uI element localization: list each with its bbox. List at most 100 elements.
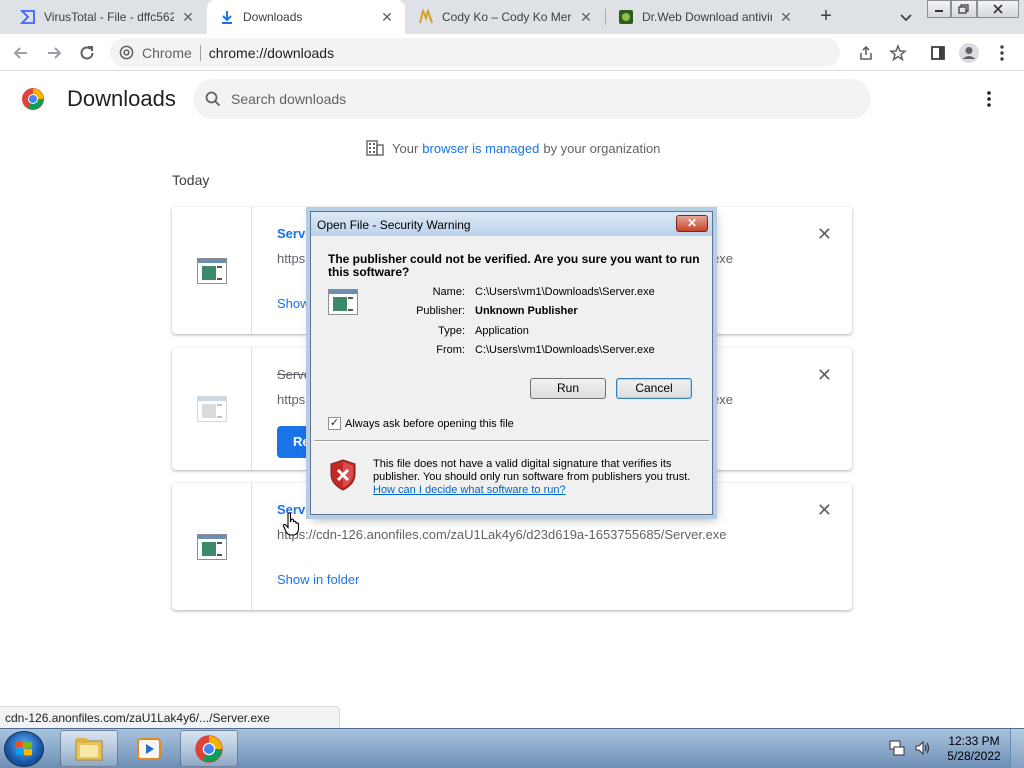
system-tray <box>888 739 932 760</box>
dialog-title: Open File - Security Warning <box>317 218 471 232</box>
file-icon-column <box>172 348 252 470</box>
exe-file-icon <box>196 257 227 284</box>
close-icon[interactable]: ✕ <box>379 9 395 25</box>
volume-icon[interactable] <box>914 739 932 760</box>
profile-button[interactable] <box>957 41 981 65</box>
chrome-logo-icon <box>195 734 223 763</box>
info-label: Name: <box>432 286 465 298</box>
exe-file-icon <box>196 533 227 560</box>
restore-button[interactable] <box>951 0 977 18</box>
tab-drweb[interactable]: Dr.Web Download antivirus ✕ <box>606 0 804 34</box>
file-icon-column <box>172 483 252 610</box>
share-button[interactable] <box>854 41 878 65</box>
search-icon <box>205 91 221 107</box>
exe-file-icon <box>196 396 227 422</box>
download-url-tail: exe <box>712 392 733 407</box>
building-icon <box>366 140 384 156</box>
managed-link[interactable]: browser is managed <box>422 141 539 156</box>
dialog-close-button[interactable]: ✕ <box>676 215 708 232</box>
security-warning-dialog: Open File - Security Warning ✕ The publi… <box>310 211 713 515</box>
menu-button[interactable] <box>990 41 1014 65</box>
bookmark-button[interactable] <box>886 41 910 65</box>
chrome-logo-icon <box>21 87 45 114</box>
url-text[interactable]: chrome://downloads <box>209 45 334 61</box>
info-label: Type: <box>438 325 465 337</box>
downloads-menu-button[interactable] <box>986 90 992 111</box>
taskbar-clock[interactable]: 12:33 PM 5/28/2022 <box>944 734 1004 764</box>
taskbar-chrome[interactable] <box>180 730 238 767</box>
close-icon[interactable]: ✕ <box>778 9 794 25</box>
chrome-page-icon <box>119 45 134 60</box>
remove-download-button[interactable]: ✕ <box>817 366 832 384</box>
restore-icon <box>958 4 969 14</box>
start-button[interactable] <box>4 731 44 767</box>
search-downloads-input[interactable]: Search downloads <box>193 79 871 119</box>
managed-prefix: Your <box>392 140 419 156</box>
managed-suffix: by your organization <box>543 140 661 156</box>
managed-notice: Your browser is managed by your organiza… <box>366 140 660 156</box>
network-icon[interactable] <box>888 739 906 760</box>
section-heading-today: Today <box>172 172 210 188</box>
reload-button[interactable] <box>75 41 99 65</box>
download-file-name[interactable]: Serve <box>277 226 312 241</box>
kebab-menu-icon <box>987 91 991 107</box>
info-row-name: Name: C:\Users\vm1\Downloads\Server.exe <box>351 286 711 300</box>
tab-strip: VirusTotal - File - dffc562 ✕ Downloads … <box>0 0 1024 34</box>
media-player-icon <box>137 737 161 760</box>
virustotal-icon <box>20 9 36 25</box>
show-in-folder-link[interactable]: Show <box>277 296 310 311</box>
info-row-type: Type: Application <box>351 325 711 339</box>
close-icon[interactable]: ✕ <box>578 9 594 25</box>
back-button[interactable] <box>9 41 33 65</box>
tab-virustotal[interactable]: VirusTotal - File - dffc562 ✕ <box>8 0 206 34</box>
info-row-publisher: Publisher: Unknown Publisher <box>351 305 711 319</box>
minimize-button[interactable] <box>927 0 951 18</box>
star-icon <box>889 44 907 62</box>
clock-date: 5/28/2022 <box>947 749 1001 763</box>
cancel-button[interactable]: Cancel <box>616 378 692 399</box>
tab-downloads[interactable]: Downloads ✕ <box>207 0 405 34</box>
close-icon <box>993 4 1003 14</box>
address-bar[interactable]: Chrome chrome://downloads <box>110 38 840 67</box>
avatar-icon <box>959 43 979 63</box>
dialog-question: The publisher could not be verified. Are… <box>328 252 700 279</box>
info-value: Unknown Publisher <box>475 305 578 317</box>
info-label: From: <box>436 344 465 356</box>
always-ask-checkbox-row[interactable]: ✓ Always ask before opening this file <box>328 417 514 430</box>
side-panel-icon <box>931 46 945 60</box>
show-in-folder-link[interactable]: Show in folder <box>277 572 359 587</box>
folder-icon <box>75 737 103 760</box>
new-tab-button[interactable]: + <box>814 5 838 29</box>
run-button[interactable]: Run <box>530 378 606 399</box>
taskbar-media-player[interactable] <box>120 730 178 767</box>
close-icon[interactable]: ✕ <box>180 9 196 25</box>
taskbar-explorer[interactable] <box>60 730 118 767</box>
chevron-down-icon <box>900 14 912 22</box>
forward-button[interactable] <box>42 41 66 65</box>
minimize-icon <box>935 10 943 12</box>
tab-search-button[interactable] <box>896 7 916 27</box>
shield-error-icon <box>329 459 357 494</box>
info-value: C:\Users\vm1\Downloads\Server.exe <box>475 286 655 298</box>
close-window-button[interactable] <box>977 0 1019 18</box>
info-label: Publisher: <box>416 305 465 317</box>
dialog-titlebar[interactable]: Open File - Security Warning ✕ <box>311 212 712 236</box>
tab-title: Dr.Web Download antivirus <box>642 10 772 24</box>
arrow-right-icon <box>48 47 62 59</box>
side-panel-button[interactable] <box>926 41 950 65</box>
download-url[interactable]: https: <box>277 251 309 266</box>
checkbox-label: Always ask before opening this file <box>345 417 514 430</box>
kebab-menu-icon <box>1000 45 1004 61</box>
download-url[interactable]: https: <box>277 392 309 407</box>
remove-download-button[interactable]: ✕ <box>817 225 832 243</box>
download-url-tail: exe <box>712 251 733 266</box>
always-ask-checkbox[interactable]: ✓ <box>328 417 341 430</box>
show-desktop-button[interactable] <box>1010 729 1024 768</box>
tab-cody-ko[interactable]: Cody Ko – Cody Ko Merch ✕ <box>406 0 604 34</box>
file-icon-column <box>172 207 252 334</box>
info-value: C:\Users\vm1\Downloads\Server.exe <box>475 344 655 356</box>
help-link[interactable]: How can I decide what software to run? <box>373 484 566 496</box>
download-url[interactable]: https://cdn-126.anonfiles.com/zaU1Lak4y6… <box>277 527 727 542</box>
info-value: Application <box>475 325 529 337</box>
remove-download-button[interactable]: ✕ <box>817 501 832 519</box>
